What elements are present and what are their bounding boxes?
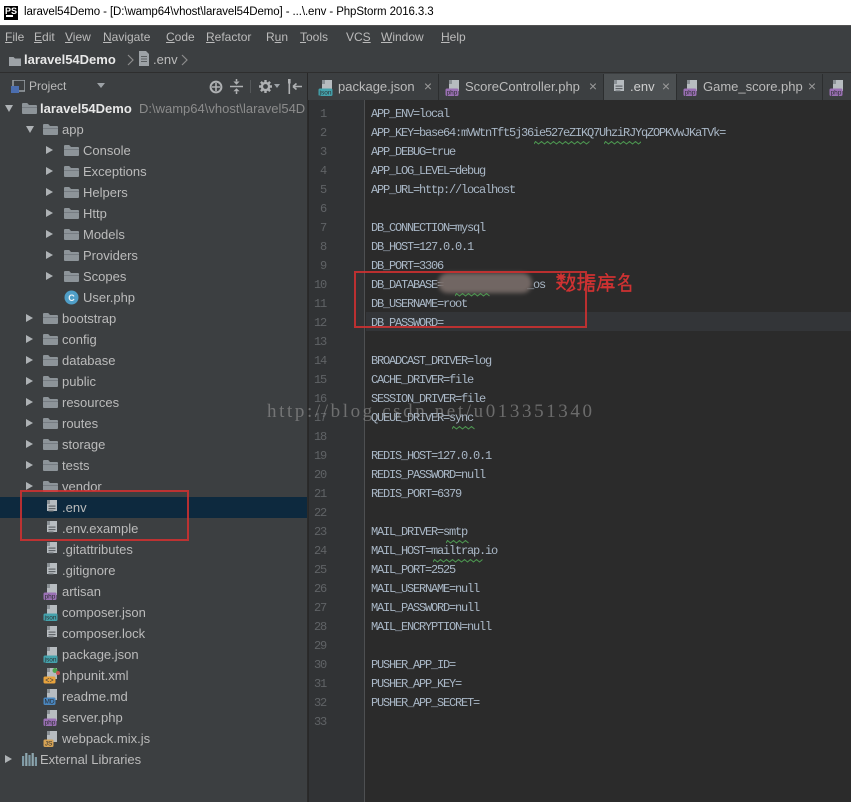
svg-text:json: json [44, 657, 57, 663]
svg-text:json: json [319, 90, 332, 96]
svg-text:php: php [447, 90, 458, 96]
svg-text:MD: MD [44, 699, 54, 705]
svg-text:php: php [45, 594, 56, 600]
svg-text:php: php [685, 90, 696, 96]
svg-text:JS: JS [45, 741, 53, 747]
svg-text:php: php [831, 90, 842, 96]
svg-text:<>: <> [45, 677, 53, 684]
svg-text:php: php [45, 720, 56, 726]
svg-text:json: json [44, 615, 57, 621]
svg-text:C: C [68, 293, 75, 303]
